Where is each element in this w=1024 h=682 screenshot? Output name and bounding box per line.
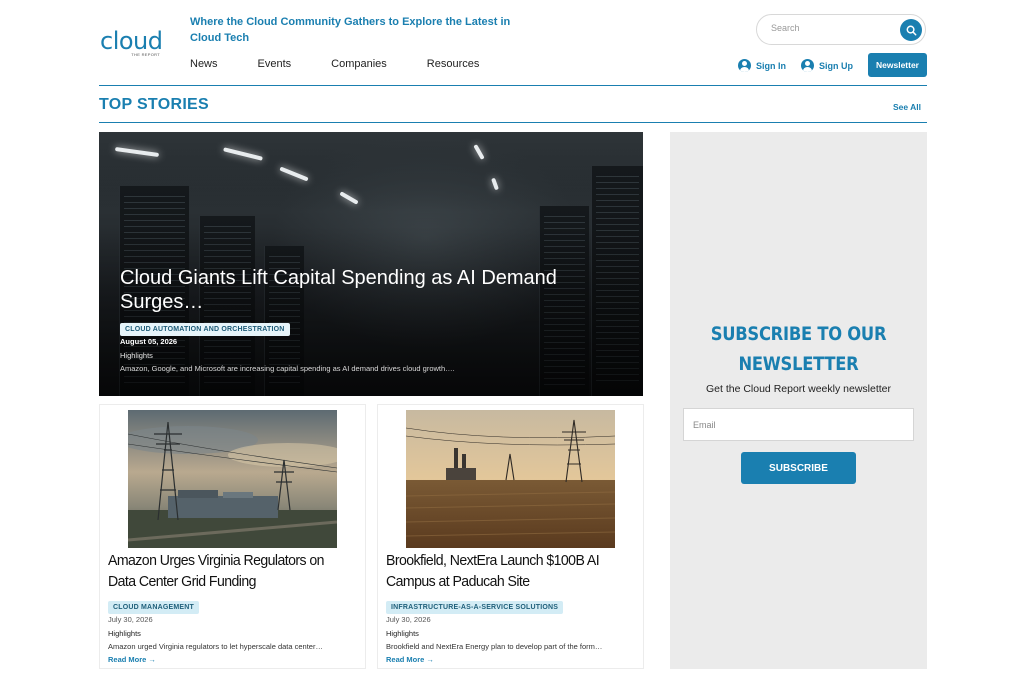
subscribe-button[interactable]: SUBSCRIBE [741,452,856,484]
search-input[interactable] [771,23,891,33]
newsletter-subtitle: Get the Cloud Report weekly newsletter [705,383,891,395]
story-card[interactable]: Amazon Urges Virginia Regulators on Data… [99,404,366,669]
category-label: CLOUD MANAGEMENT [108,601,199,614]
logo-subtext: THE REPORT [131,52,160,57]
newsletter-sidebar: SUBSCRIBE TO OUR NEWSLETTER Get the Clou… [670,132,927,669]
hero-date: August 05, 2026 [120,337,178,346]
story-excerpt: Brookfield and NextEra Energy plan to de… [386,642,603,651]
sign-up-link[interactable]: Sign Up [801,59,853,72]
nav-companies[interactable]: Companies [331,58,387,70]
see-all-link[interactable]: See All [893,102,921,112]
story-image [128,410,337,548]
story-category-badge[interactable]: INFRASTRUCTURE-AS-A-SERVICE SOLUTIONS [386,596,564,614]
email-field[interactable] [683,408,914,441]
main-nav: News Events Companies Resources [190,58,519,70]
read-more-link[interactable]: Read More → [108,655,156,664]
sign-in-link[interactable]: Sign In [738,59,786,72]
newsletter-title: SUBSCRIBE TO OUR NEWSLETTER [710,323,887,375]
category-label: INFRASTRUCTURE-AS-A-SERVICE SOLUTIONS [386,601,564,614]
site-tagline: Where the Cloud Community Gathers to Exp… [190,16,511,44]
story-title[interactable]: Brookfield, NextEra Launch $100B AI Camp… [386,550,623,592]
logo-wordmark: cloud [100,27,163,55]
nav-resources[interactable]: Resources [427,58,480,70]
hero-excerpt: Amazon, Google, and Microsoft are increa… [120,364,455,373]
hero-category-badge[interactable]: CLOUD AUTOMATION AND ORCHESTRATION [120,318,290,336]
search-box [756,14,926,45]
hero-title[interactable]: Cloud Giants Lift Capital Spending as AI… [120,266,590,314]
section-title: TOP STORIES [99,96,210,113]
sign-up-label: Sign Up [819,60,853,71]
header-divider [99,85,927,86]
nav-news[interactable]: News [190,58,218,70]
read-more-link[interactable]: Read More → [386,655,434,664]
story-image [406,410,615,548]
story-date: July 30, 2026 [386,615,431,624]
story-excerpt: Amazon urged Virginia regulators to let … [108,642,323,651]
nav-events[interactable]: Events [258,58,292,70]
sign-in-label: Sign In [756,60,786,71]
user-icon [738,59,751,72]
story-kicker: Highlights [108,629,141,638]
search-button[interactable] [900,19,922,41]
user-icon [801,59,814,72]
power-plant-image [406,410,615,548]
story-date: July 30, 2026 [108,615,153,624]
category-label: CLOUD AUTOMATION AND ORCHESTRATION [120,323,290,336]
search-icon [906,25,916,35]
newsletter-button[interactable]: Newsletter [868,53,927,77]
site-logo[interactable]: cloud THE REPORT [100,27,163,58]
story-card[interactable]: Brookfield, NextEra Launch $100B AI Camp… [377,404,644,669]
hero-kicker: Highlights [120,351,153,360]
story-title[interactable]: Amazon Urges Virginia Regulators on Data… [108,550,345,592]
story-kicker: Highlights [386,629,419,638]
power-lines-image [128,410,337,548]
section-divider [99,122,927,123]
story-category-badge[interactable]: CLOUD MANAGEMENT [108,596,199,614]
hero-story[interactable]: Cloud Giants Lift Capital Spending as AI… [99,132,643,396]
